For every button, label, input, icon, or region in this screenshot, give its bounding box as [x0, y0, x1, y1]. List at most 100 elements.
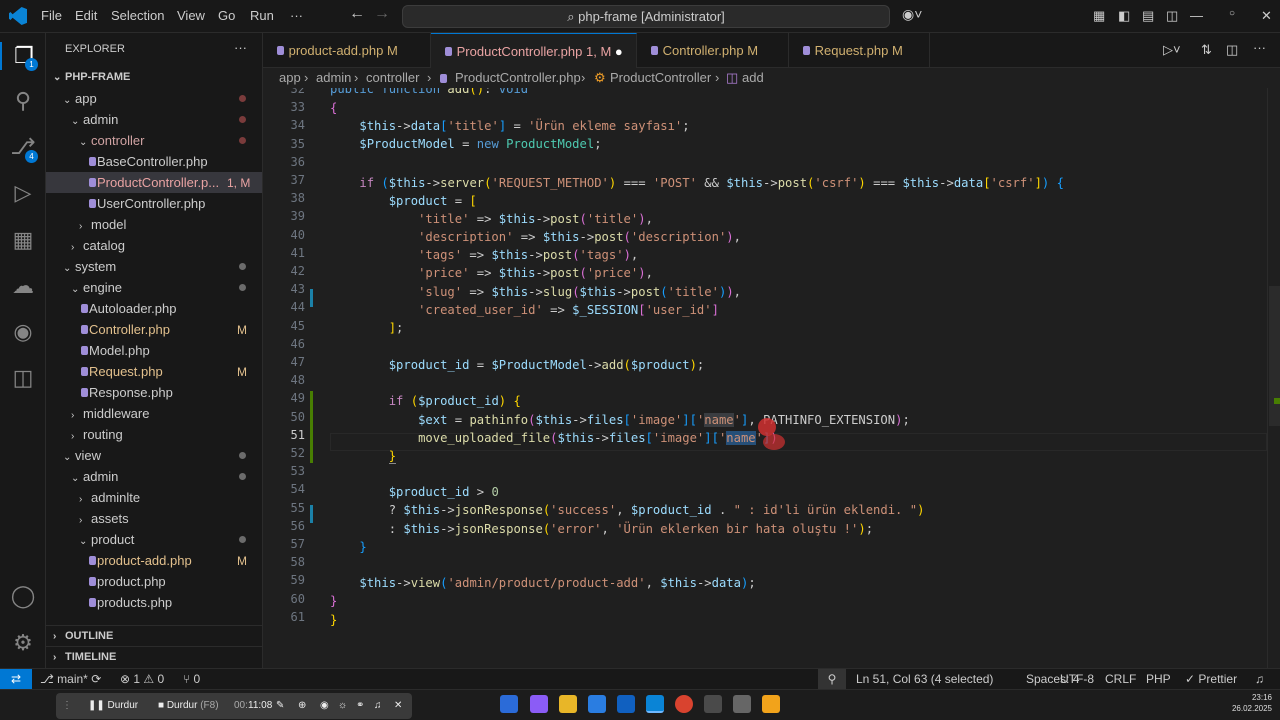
folder-assets[interactable]: › assets: [79, 508, 129, 529]
webcam-icon[interactable]: ☼: [338, 693, 347, 719]
folder-routing[interactable]: › routing: [71, 424, 123, 445]
breadcrumb-admin[interactable]: admin: [316, 68, 351, 88]
microphone-icon[interactable]: ⚭: [356, 693, 364, 719]
outline-section[interactable]: › OUTLINE: [46, 625, 262, 646]
remote-indicator-icon[interactable]: ⇄: [0, 669, 32, 690]
account-icon[interactable]: ◯: [9, 582, 37, 610]
zoom-in-icon[interactable]: ⊕: [298, 693, 306, 719]
file-basecontroller[interactable]: BaseController.php: [89, 151, 208, 172]
toggle-secondary-sidebar-icon[interactable]: ◫: [1166, 8, 1178, 24]
breadcrumb-controller[interactable]: controller: [366, 68, 419, 88]
file-controller[interactable]: Controller.php: [81, 319, 170, 340]
extensions-icon[interactable]: ▦: [9, 226, 37, 254]
menu-edit[interactable]: Edit: [75, 8, 97, 23]
editor-more-icon[interactable]: ···: [1253, 40, 1266, 55]
explorer-icon[interactable]: ❐: [0, 42, 46, 70]
line-ending[interactable]: CRLF: [1105, 669, 1136, 690]
tab-controller[interactable]: Controller.php M: [637, 33, 789, 68]
drag-handle-icon[interactable]: ⋮: [62, 693, 72, 719]
menu-file[interactable]: File: [41, 8, 62, 23]
outlook-icon[interactable]: [617, 695, 635, 713]
breadcrumb-file[interactable]: ProductController.php: [455, 68, 581, 88]
folder-model[interactable]: › model: [79, 214, 126, 235]
language-mode[interactable]: PHP: [1146, 669, 1171, 690]
editor-scrollbar[interactable]: [1267, 88, 1280, 668]
zoom-icon[interactable]: ⚲: [818, 669, 846, 690]
folder-admin[interactable]: ⌄ admin: [71, 109, 118, 130]
code-editor[interactable]: 32 33 34 35 36 37 38 39 40 41 42 43 44 45 46 47 48 49 50 51…: [263, 88, 1267, 668]
run-debug-icon[interactable]: ▷: [9, 179, 37, 207]
menu-more[interactable]: ···: [290, 8, 303, 23]
docker-icon[interactable]: ☁: [9, 272, 37, 300]
close-recorder-icon[interactable]: ✕: [394, 693, 402, 719]
close-window-icon[interactable]: ✕: [1261, 8, 1272, 24]
toggle-panel-icon[interactable]: ▤: [1142, 8, 1154, 24]
command-center-search[interactable]: ⌕ php-frame [Administrator]: [402, 5, 890, 28]
settings-gear-icon[interactable]: ⚙: [9, 629, 37, 657]
tab-productcontroller[interactable]: ProductController.php 1, M ●: [431, 33, 637, 68]
stop-button[interactable]: ■ Durdur (F8): [158, 693, 219, 719]
file-model[interactable]: Model.php: [81, 340, 150, 361]
timeline-section[interactable]: › TIMELINE: [46, 646, 262, 667]
tool-icon[interactable]: [733, 695, 751, 713]
chrome-icon[interactable]: [675, 695, 693, 713]
speaker-icon[interactable]: ♫: [374, 693, 382, 719]
folder-catalog[interactable]: › catalog: [71, 235, 125, 256]
minimize-icon[interactable]: —: [1190, 8, 1203, 23]
folder-adminlte[interactable]: › adminlte: [79, 487, 140, 508]
breadcrumb-method[interactable]: add: [742, 68, 764, 88]
xampp-icon[interactable]: [762, 695, 780, 713]
file-usercontroller[interactable]: UserController.php: [89, 193, 205, 214]
folder-view[interactable]: ⌄ view: [63, 445, 101, 466]
github-copilot-icon[interactable]: ◉: [9, 318, 37, 346]
run-file-icon[interactable]: ▷˅: [1163, 42, 1181, 58]
layout-customize-icon[interactable]: ▦: [1093, 8, 1105, 24]
camera-icon[interactable]: ◉: [320, 693, 329, 719]
split-editor-icon[interactable]: ◫: [1226, 42, 1238, 58]
folder-middleware[interactable]: › middleware: [71, 403, 149, 424]
prettier-status[interactable]: ✓ Prettier: [1185, 669, 1237, 690]
explorer-more-icon[interactable]: ···: [234, 37, 247, 58]
copilot-icon[interactable]: ◉˅: [902, 6, 922, 23]
tab-product-add[interactable]: product-add.php M: [263, 33, 431, 68]
toggle-sidebar-icon[interactable]: ◧: [1118, 8, 1130, 24]
pause-button[interactable]: ❚❚ Durdur: [88, 693, 138, 719]
menu-go[interactable]: Go: [218, 8, 235, 23]
maximize-icon[interactable]: ○: [1229, 8, 1235, 19]
app-icon[interactable]: [704, 695, 722, 713]
ports-indicator[interactable]: ⑂ 0: [183, 669, 200, 690]
tab-request[interactable]: Request.php M: [789, 33, 930, 68]
clock-date[interactable]: 26.02.2025: [1224, 703, 1272, 714]
file-explorer-icon[interactable]: [559, 695, 577, 713]
file-product-add[interactable]: product-add.php: [89, 550, 192, 571]
back-arrow-icon[interactable]: ←: [349, 5, 365, 23]
folder-product[interactable]: ⌄ product: [79, 529, 134, 550]
search-icon[interactable]: ⚲: [9, 87, 37, 115]
breadcrumb-app[interactable]: app: [279, 68, 301, 88]
menu-view[interactable]: View: [177, 8, 205, 23]
file-response[interactable]: Response.php: [81, 382, 173, 403]
menu-run[interactable]: Run: [250, 8, 274, 23]
store-icon[interactable]: [588, 695, 606, 713]
windows-start-icon[interactable]: [500, 695, 518, 713]
folder-engine[interactable]: ⌄ engine: [71, 277, 122, 298]
breadcrumb-class[interactable]: ProductController: [610, 68, 711, 88]
git-branch[interactable]: ⎇ main* ⟳: [40, 669, 101, 690]
unsaved-dot-icon[interactable]: ●: [615, 44, 623, 59]
forward-arrow-icon[interactable]: →: [374, 5, 390, 23]
file-autoloader[interactable]: Autoloader.php: [81, 298, 176, 319]
compare-icon[interactable]: ⇅: [1201, 42, 1212, 58]
encoding[interactable]: UTF-8: [1060, 669, 1094, 690]
package-icon[interactable]: ◫: [9, 364, 37, 392]
folder-app[interactable]: ⌄ app: [63, 88, 97, 109]
vscode-taskbar-icon[interactable]: [646, 695, 664, 713]
file-request[interactable]: Request.php: [81, 361, 163, 382]
file-products[interactable]: products.php: [89, 592, 172, 613]
cursor-position[interactable]: Ln 51, Col 63 (4 selected): [856, 669, 993, 690]
problems-indicator[interactable]: ⊗ 1 ⚠ 0: [120, 669, 164, 690]
folder-view-admin[interactable]: ⌄ admin: [71, 466, 118, 487]
menu-selection[interactable]: Selection: [111, 8, 164, 23]
workspace-root[interactable]: ⌄ PHP-FRAME: [53, 67, 130, 88]
pen-icon[interactable]: ✎: [276, 693, 284, 719]
clock-time[interactable]: 23:16: [1224, 692, 1272, 703]
